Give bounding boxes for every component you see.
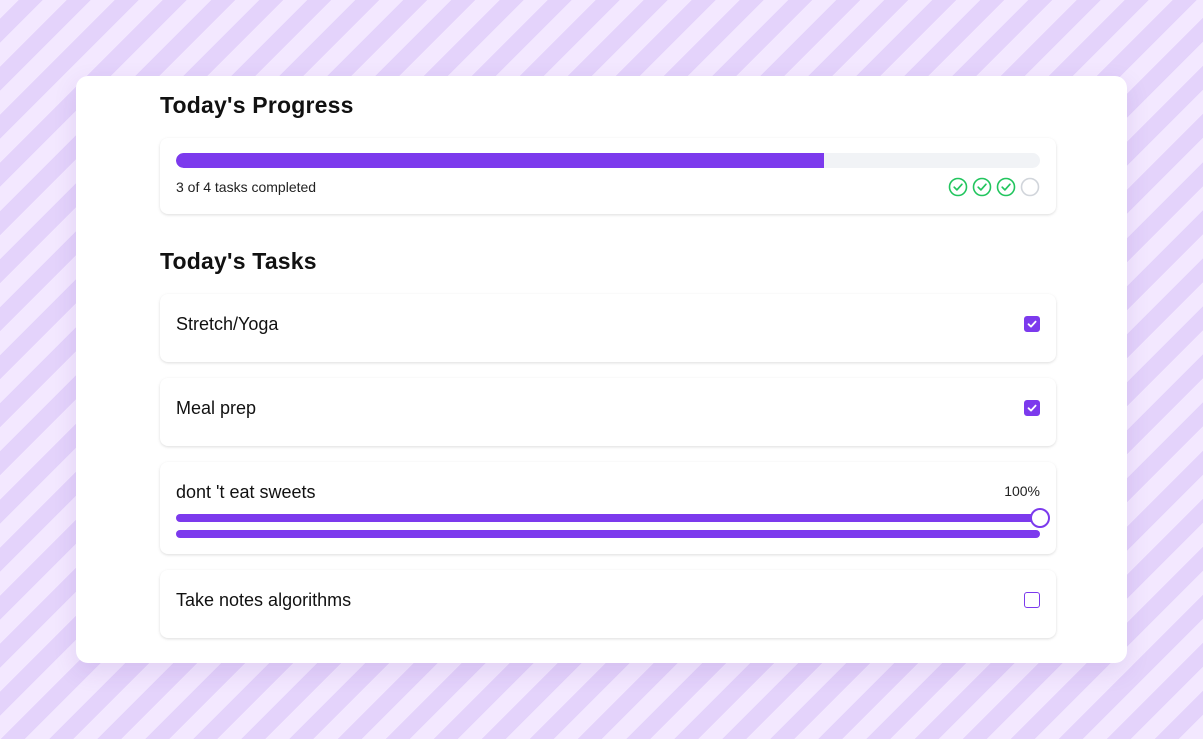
progress-panel: 3 of 4 tasks completed: [160, 138, 1056, 214]
task-status-icons: [948, 177, 1040, 197]
main-card: Today's Progress 3 of 4 tasks completed …: [76, 76, 1127, 663]
check-circle-icon: [996, 177, 1016, 197]
check-circle-icon: [972, 177, 992, 197]
task-label: Take notes algorithms: [176, 590, 352, 610]
empty-circle-icon: [1020, 177, 1040, 197]
task-item: Meal prep: [160, 378, 1056, 446]
task-checkbox[interactable]: [1024, 592, 1040, 608]
task-item-slider: dont 't eat sweets 100%: [160, 462, 1056, 554]
checkmark-icon: [1027, 404, 1037, 412]
task-label: Stretch/Yoga: [176, 314, 279, 334]
task-slider-track[interactable]: [176, 514, 1040, 522]
task-checkbox[interactable]: [1024, 400, 1040, 416]
progress-bar-fill: [176, 153, 824, 168]
progress-title: Today's Progress: [160, 92, 354, 118]
progress-section-title-wrap: Today's Progress: [160, 92, 1056, 119]
progress-summary: 3 of 4 tasks completed: [176, 179, 317, 195]
check-circle-icon: [948, 177, 968, 197]
task-slider-thumb[interactable]: [1030, 508, 1050, 528]
tasks-section-title-wrap: Today's Tasks: [160, 248, 1056, 275]
progress-bar: [176, 153, 1040, 168]
task-checkbox[interactable]: [1024, 316, 1040, 332]
task-label: Meal prep: [176, 398, 257, 418]
task-item: Take notes algorithms: [160, 570, 1056, 638]
task-item: Stretch/Yoga: [160, 294, 1056, 362]
task-percent: 100%: [1004, 483, 1040, 499]
task-label: dont 't eat sweets: [176, 482, 316, 502]
checkmark-icon: [1027, 320, 1037, 328]
tasks-title: Today's Tasks: [160, 248, 317, 274]
task-progress-bar: [176, 530, 1040, 538]
